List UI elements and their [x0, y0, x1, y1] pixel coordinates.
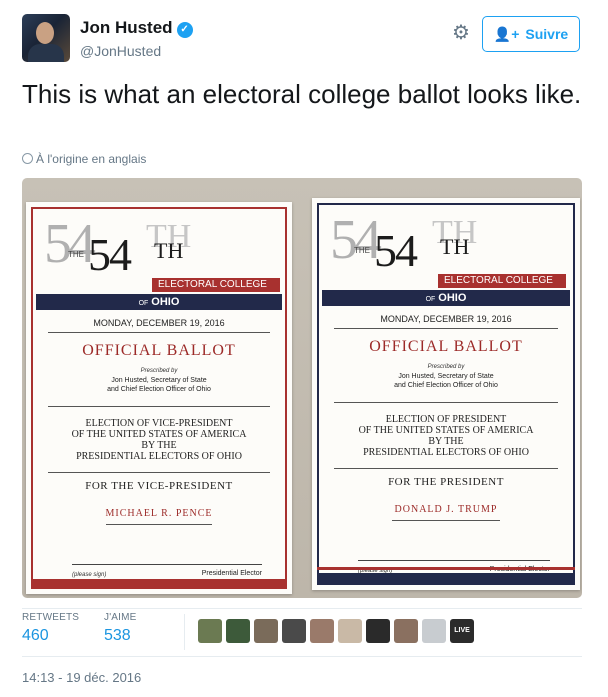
likes-label: J'AIME: [104, 612, 137, 623]
state-bar: OF OHIO: [322, 290, 570, 306]
tweet-text: This is what an electoral college ballot…: [22, 79, 582, 109]
user-avatar[interactable]: [22, 14, 70, 62]
election-line-3: BY THE: [428, 436, 464, 447]
ballot-date: MONDAY, DECEMBER 19, 2016: [93, 318, 225, 328]
election-line-1: ELECTION OF PRESIDENT: [385, 414, 507, 425]
likes-stat[interactable]: J'AIME 538: [104, 612, 137, 645]
liker-avatar[interactable]: [310, 619, 334, 643]
ordinal-suffix: TH: [154, 238, 184, 263]
person-plus-icon: 👤+: [493, 25, 520, 42]
liker-avatar[interactable]: [422, 619, 446, 643]
likes-count: 538: [104, 627, 131, 644]
tweet-header: Jon Husted ✓ @JonHusted ⚙ 👤+ Suivre: [22, 14, 586, 64]
ordinal-suffix: TH: [440, 234, 470, 259]
election-line-2: OF THE UNITED STATES OF AMERICA: [71, 429, 247, 440]
divider: [184, 614, 185, 650]
state-of: OF: [425, 296, 436, 303]
election-line-3: BY THE: [141, 440, 177, 451]
state-name: OHIO: [151, 296, 180, 308]
for-office: FOR THE PRESIDENT: [388, 476, 504, 488]
tweet-timestamp[interactable]: 14:13 - 19 déc. 2016: [22, 670, 141, 685]
divider: [334, 468, 558, 469]
gear-icon[interactable]: ⚙: [452, 23, 472, 43]
prescribed-by: Prescribed by: [427, 364, 465, 370]
electoral-college-bar: ELECTORAL COLLEGE: [152, 278, 280, 292]
prescriber-role: and Chief Election Officer of Ohio: [107, 386, 211, 393]
election-line-4: PRESIDENTIAL ELECTORS OF OHIO: [76, 451, 242, 462]
display-name-text: Jon Husted: [80, 18, 173, 37]
ballot-title: OFFICIAL BALLOT: [369, 338, 523, 355]
translation-note[interactable]: À l'origine en anglais: [22, 152, 146, 166]
avatar-face: [36, 22, 54, 44]
follow-button-label: Suivre: [525, 26, 569, 42]
ballot-title: OFFICIAL BALLOT: [82, 342, 236, 359]
ballot-president: 54 TH THE 54 TH ELECTORAL COLLEGE OF OHIO…: [312, 198, 580, 590]
retweets-label: RETWEETS: [22, 612, 80, 623]
verified-badge-icon: ✓: [176, 22, 193, 38]
ordinal-number-watermark: 54: [330, 209, 382, 271]
signature-line: [358, 560, 550, 561]
prescriber: Jon Husted, Secretary of State and Chief …: [322, 372, 570, 390]
ballot-the: THE: [354, 246, 370, 255]
state-bar: OF OHIO: [36, 294, 282, 310]
liker-avatar[interactable]: [226, 619, 250, 643]
globe-icon: [22, 153, 33, 164]
translation-note-text: À l'origine en anglais: [36, 152, 147, 166]
divider: [106, 524, 212, 525]
ballot-stripe: [317, 573, 575, 585]
please-sign: (please sign): [72, 572, 107, 578]
liker-avatar[interactable]: [338, 619, 362, 643]
divider: [48, 406, 270, 407]
divider: [334, 402, 558, 403]
tweet-photo[interactable]: 54 TH THE 54 TH ELECTORAL COLLEGE OF OHIO…: [22, 178, 582, 598]
divider: [392, 520, 500, 521]
for-office: FOR THE VICE-PRESIDENT: [85, 480, 233, 492]
state-of: OF: [138, 300, 149, 307]
retweets-stat[interactable]: RETWEETS 460: [22, 612, 79, 645]
election-line-4: PRESIDENTIAL ELECTORS OF OHIO: [363, 447, 529, 458]
divider: [48, 332, 270, 333]
electoral-college-bar: ELECTORAL COLLEGE: [438, 274, 566, 288]
avatar-shirt: [28, 44, 64, 62]
prescriber-name: Jon Husted, Secretary of State: [398, 373, 494, 380]
candidate-name: DONALD J. TRUMP: [394, 504, 498, 515]
liker-avatar[interactable]: [366, 619, 390, 643]
user-handle[interactable]: @JonHusted: [80, 43, 161, 59]
ordinal-number: 54: [88, 229, 132, 280]
election-line-1: ELECTION OF VICE-PRESIDENT: [85, 418, 233, 429]
ballot-vice-president: 54 TH THE 54 TH ELECTORAL COLLEGE OF OHIO…: [26, 202, 292, 594]
signature-label: Presidential Elector: [201, 570, 262, 577]
signature-line: [72, 564, 262, 565]
ordinal-number: 54: [374, 225, 418, 276]
ordinal-number-watermark: 54: [44, 213, 96, 275]
liker-avatar[interactable]: [198, 619, 222, 643]
divider: [334, 328, 558, 329]
election-description: ELECTION OF VICE-PRESIDENT OF THE UNITED…: [36, 418, 282, 462]
likers-avatars: LIVE: [198, 619, 474, 643]
divider: [48, 472, 270, 473]
tweet-stats: RETWEETS 460 J'AIME 538 LIVE: [22, 612, 582, 652]
prescriber-name: Jon Husted, Secretary of State: [111, 377, 207, 384]
ballot-stripe: [31, 579, 287, 589]
ballot-the: THE: [68, 250, 84, 259]
election-line-2: OF THE UNITED STATES OF AMERICA: [358, 425, 534, 436]
retweets-count: 460: [22, 627, 49, 644]
liker-avatar[interactable]: LIVE: [450, 619, 474, 643]
ballot-stripe-accent: [317, 567, 575, 570]
candidate-name: MICHAEL R. PENCE: [105, 508, 213, 519]
prescriber-role: and Chief Election Officer of Ohio: [394, 382, 498, 389]
liker-avatar[interactable]: [394, 619, 418, 643]
display-name[interactable]: Jon Husted ✓: [80, 18, 193, 38]
liker-avatar[interactable]: [254, 619, 278, 643]
state-name: OHIO: [438, 292, 467, 304]
ballot-date: MONDAY, DECEMBER 19, 2016: [380, 314, 512, 324]
divider: [22, 608, 582, 609]
prescriber: Jon Husted, Secretary of State and Chief …: [36, 376, 282, 394]
election-description: ELECTION OF PRESIDENT OF THE UNITED STAT…: [322, 414, 570, 458]
prescribed-by: Prescribed by: [140, 368, 178, 374]
liker-avatar[interactable]: [282, 619, 306, 643]
follow-button[interactable]: 👤+ Suivre: [482, 16, 580, 52]
divider: [22, 656, 582, 657]
